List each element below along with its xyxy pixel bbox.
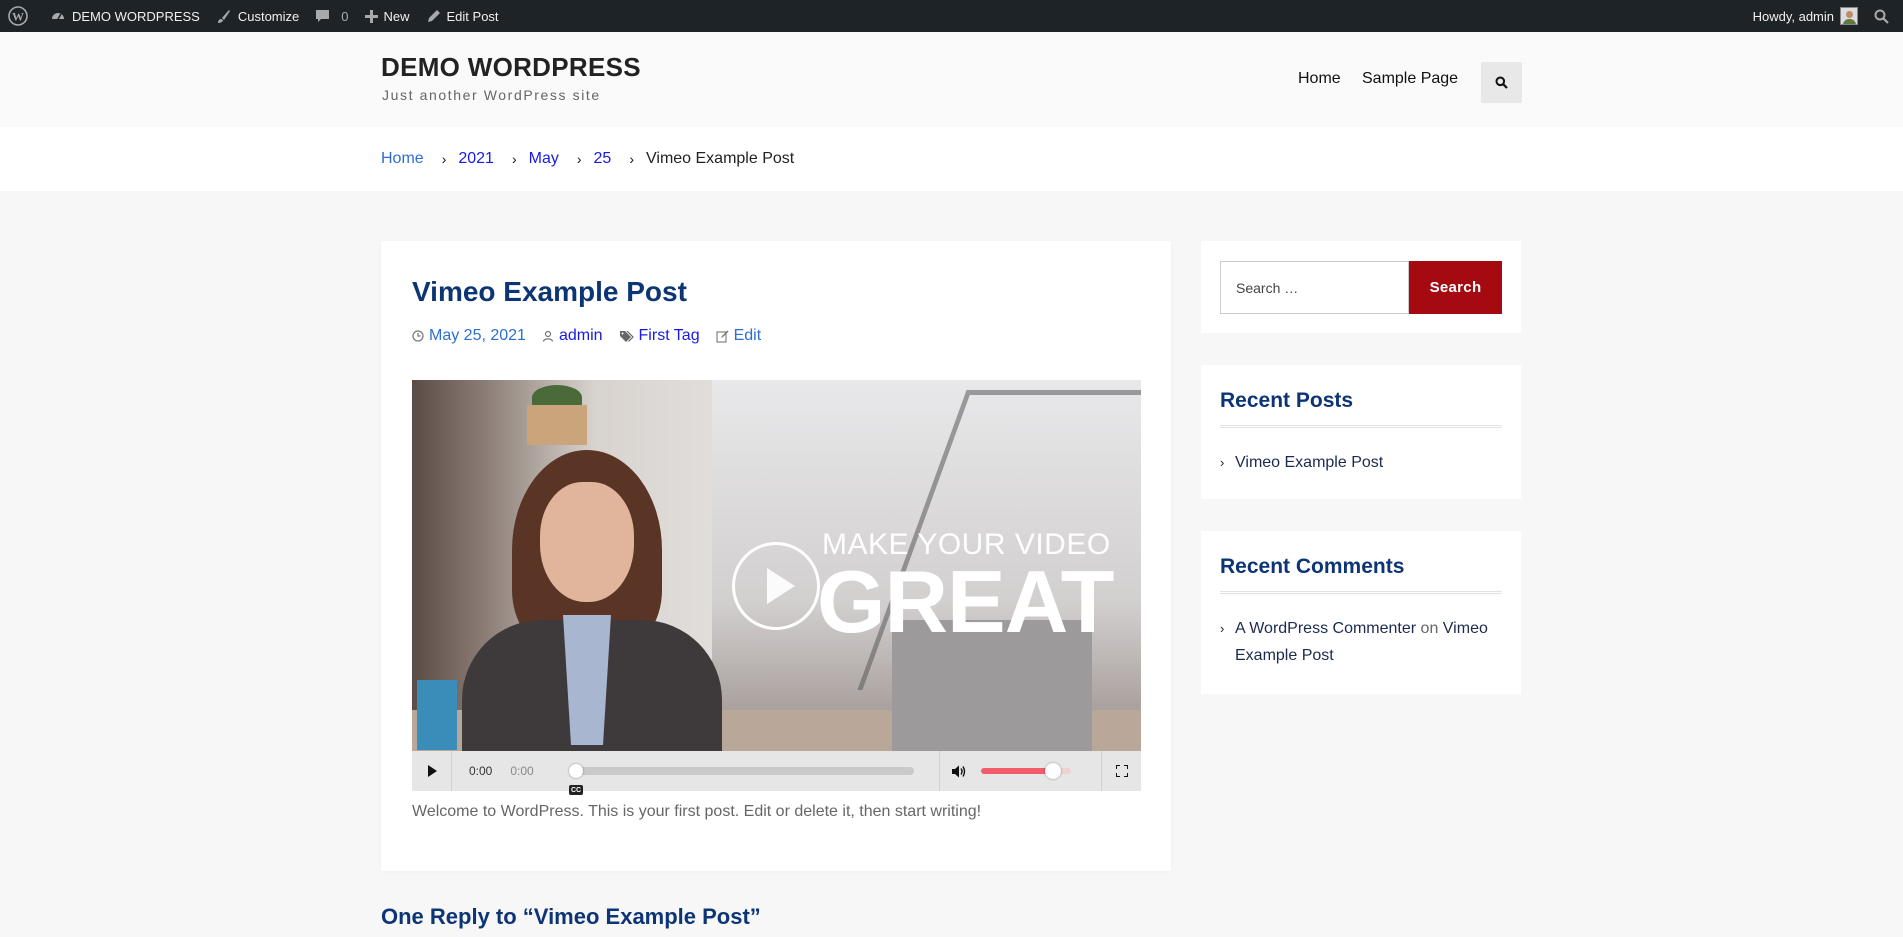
- presenter-face: [540, 482, 634, 602]
- comments-link[interactable]: 0: [307, 0, 356, 32]
- volume-handle[interactable]: [1044, 763, 1061, 779]
- search-icon: [1495, 76, 1508, 89]
- brush-icon: [217, 10, 230, 23]
- nav-item-home[interactable]: Home: [1298, 70, 1341, 88]
- tags-icon: [619, 330, 634, 342]
- edit-post-label: Edit Post: [446, 8, 499, 24]
- dashboard-icon: [52, 13, 64, 20]
- breadcrumb: Home › 2021 › May › 25 › Vimeo Example P…: [381, 127, 794, 191]
- video-controls: 0:00 0:00 CC: [412, 751, 1141, 795]
- breadcrumb-home[interactable]: Home: [381, 150, 424, 168]
- volume-level: [980, 768, 1053, 774]
- howdy-label: Howdy, admin: [1752, 8, 1834, 24]
- captions-button[interactable]: CC: [569, 785, 583, 795]
- user-icon: [542, 330, 554, 342]
- clock-icon: [412, 330, 424, 342]
- video-play-button[interactable]: [412, 751, 452, 791]
- volume-mute-button[interactable]: [938, 751, 979, 791]
- nav-item-sample-page[interactable]: Sample Page: [1362, 70, 1458, 88]
- recent-comments-widget: Recent Comments › A WordPress Commenter …: [1201, 531, 1521, 694]
- site-name-label: DEMO WORDPRESS: [72, 8, 200, 24]
- wordpress-icon: W: [8, 6, 28, 26]
- new-content-menu[interactable]: New: [357, 0, 418, 32]
- post-author-text: admin: [558, 327, 603, 344]
- post-date-text: May 25, 2021: [429, 327, 526, 344]
- site-header: DEMO WORDPRESS Just another WordPress si…: [0, 32, 1903, 127]
- breadcrumb-year[interactable]: 2021: [458, 150, 494, 168]
- chevron-right-icon: ›: [1220, 621, 1225, 636]
- recent-comments-list: › A WordPress Commenter on Vimeo Example…: [1220, 615, 1502, 669]
- post-article: Vimeo Example Post May 25, 2021 admin Fi…: [381, 241, 1171, 871]
- breadcrumb-bar: Home › 2021 › May › 25 › Vimeo Example P…: [0, 127, 1903, 191]
- video-current-time: 0:00: [469, 764, 493, 778]
- post-edit-link[interactable]: Edit: [716, 327, 762, 345]
- header-search-button[interactable]: [1481, 62, 1522, 103]
- breadcrumb-current: Vimeo Example Post: [646, 150, 795, 167]
- video-presenter: [452, 410, 732, 751]
- post-tag-text: First Tag: [638, 327, 700, 344]
- site-title[interactable]: DEMO WORDPRESS: [381, 52, 641, 83]
- video-overlay-line2: GREAT: [817, 552, 1114, 651]
- search-widget: Search: [1201, 241, 1521, 333]
- customize-link[interactable]: Customize: [208, 0, 307, 32]
- chevron-right-icon: ›: [441, 151, 447, 167]
- video-progress-handle[interactable]: [568, 764, 583, 778]
- search-button[interactable]: Search: [1409, 261, 1502, 314]
- chevron-right-icon: ›: [1220, 455, 1225, 470]
- admin-search-toggle[interactable]: [1866, 0, 1903, 32]
- video-progress-slider[interactable]: [568, 764, 914, 778]
- edit-icon: [716, 330, 729, 343]
- site-tagline: Just another WordPress site: [382, 87, 601, 103]
- breadcrumb-day[interactable]: 25: [594, 150, 612, 168]
- wordpress-logo-menu[interactable]: W: [0, 0, 42, 32]
- search-icon: [1874, 9, 1889, 24]
- list-item: › Vimeo Example Post: [1220, 449, 1502, 476]
- play-icon: [427, 765, 437, 777]
- fullscreen-button[interactable]: [1101, 751, 1141, 791]
- video-duration: 0:00: [510, 764, 534, 778]
- svg-text:W: W: [12, 10, 24, 24]
- recent-posts-title: Recent Posts: [1220, 389, 1354, 412]
- comment-on-label: on: [1420, 620, 1439, 637]
- chevron-right-icon: ›: [576, 151, 582, 167]
- volume-icon: [952, 765, 966, 777]
- comment-author-link[interactable]: A WordPress Commenter: [1235, 620, 1416, 637]
- my-account-menu[interactable]: Howdy, admin: [1745, 0, 1866, 32]
- post-author[interactable]: admin: [542, 327, 603, 345]
- post-meta: May 25, 2021 admin First Tag Edit: [412, 327, 777, 345]
- post-title: Vimeo Example Post: [412, 276, 687, 307]
- comment-bubble-icon: [316, 9, 330, 22]
- avatar: [1840, 7, 1858, 25]
- chevron-right-icon: ›: [629, 151, 634, 167]
- post-tag[interactable]: First Tag: [619, 327, 700, 345]
- widget-divider: [1220, 591, 1502, 594]
- recent-post-link[interactable]: Vimeo Example Post: [1235, 449, 1383, 476]
- new-label: New: [383, 8, 410, 24]
- post-date[interactable]: May 25, 2021: [412, 327, 526, 345]
- comments-count: 0: [341, 8, 349, 24]
- comments-heading: One Reply to “Vimeo Example Post”: [381, 904, 761, 929]
- recent-comments-title: Recent Comments: [1220, 555, 1405, 578]
- pencil-icon: [427, 9, 440, 22]
- post-edit-text: Edit: [733, 327, 762, 344]
- search-input[interactable]: [1220, 261, 1409, 314]
- chevron-right-icon: ›: [511, 151, 517, 167]
- recent-posts-widget: Recent Posts › Vimeo Example Post: [1201, 365, 1521, 499]
- breadcrumb-month[interactable]: May: [529, 150, 559, 168]
- plus-icon: [364, 9, 378, 23]
- site-name-menu[interactable]: DEMO WORDPRESS: [42, 0, 208, 32]
- post-content: Welcome to WordPress. This is your first…: [412, 803, 982, 820]
- video-big-play-button[interactable]: [732, 542, 820, 630]
- widget-divider: [1220, 425, 1502, 428]
- admin-bar: W DEMO WORDPRESS Customize 0 New Edit Po…: [0, 0, 1903, 32]
- video-pencil-cup: [417, 680, 457, 750]
- list-item: › A WordPress Commenter on Vimeo Example…: [1220, 615, 1502, 669]
- video-player[interactable]: MAKE YOUR VIDEO GREAT: [412, 380, 1141, 751]
- volume-slider[interactable]: [980, 763, 1071, 779]
- customize-label: Customize: [237, 8, 300, 24]
- fullscreen-icon: [1115, 765, 1128, 777]
- edit-post-link[interactable]: Edit Post: [418, 0, 507, 32]
- recent-posts-list: › Vimeo Example Post: [1220, 449, 1502, 476]
